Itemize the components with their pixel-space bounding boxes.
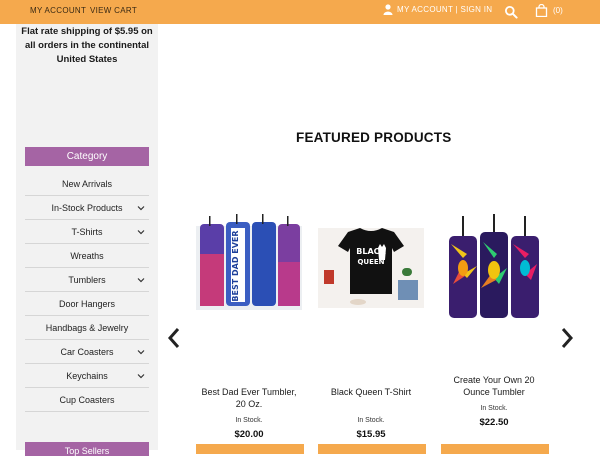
user-icon (383, 4, 393, 15)
add-to-cart-button[interactable] (196, 444, 304, 454)
category-item[interactable]: Handbags & Jewelry (25, 316, 149, 340)
category-item[interactable]: Door Hangers (25, 292, 149, 316)
top-bar: MY ACCOUNT VIEW CART MY ACCOUNT | SIGN I… (0, 0, 600, 24)
my-account-link[interactable]: MY ACCOUNT (30, 6, 86, 15)
category-item-label: Car Coasters (60, 347, 114, 357)
category-item[interactable]: T-Shirts (25, 220, 149, 244)
category-item-label: Door Hangers (58, 299, 116, 309)
chevron-down-icon[interactable] (137, 276, 145, 284)
stock-status: In Stock. (357, 417, 385, 424)
shipping-notice: Flat rate shipping of $5.95 on all order… (21, 26, 153, 65)
category-list: New Arrivals In-Stock Products T-Shirts Wre… (25, 172, 149, 412)
cart-count: (0) (553, 6, 563, 15)
category-item[interactable]: Cup Coasters (25, 388, 149, 412)
product-name[interactable]: Black Queen T-Shirt (318, 386, 424, 398)
search-icon[interactable] (504, 5, 518, 19)
tumbler-print-text: BEST DAD EVER (231, 230, 240, 301)
category-item[interactable]: Wreaths (25, 244, 149, 268)
product-name[interactable]: Best Dad Ever Tumbler, 20 Oz. (196, 386, 302, 410)
stock-status: In Stock. (235, 417, 263, 424)
account-signin-link[interactable]: MY ACCOUNT | SIGN IN (383, 4, 492, 15)
chevron-down-icon[interactable] (137, 348, 145, 356)
cart-button[interactable]: (0) (535, 4, 563, 17)
product-price: $20.00 (234, 429, 264, 440)
category-item-label: T-Shirts (71, 227, 103, 237)
chevron-down-icon[interactable] (137, 372, 145, 380)
product-price: $22.50 (479, 417, 509, 428)
category-item[interactable]: Keychains (25, 364, 149, 388)
category-item-label: In-Stock Products (51, 203, 123, 213)
product-card[interactable]: BLACK QUEEN Black Queen T-Shirt In Stock… (318, 214, 426, 454)
top-sellers-heading: Top Sellers (25, 442, 149, 456)
main-content: FEATURED PRODUCTS BEST DAD EVER Best Dad… (158, 24, 600, 454)
category-item[interactable]: Car Coasters (25, 340, 149, 364)
category-item-label: Cup Coasters (59, 395, 115, 405)
product-image[interactable]: BLACK QUEEN (318, 214, 424, 320)
add-to-cart-button[interactable] (318, 444, 426, 454)
account-signin-label: MY ACCOUNT | SIGN IN (397, 5, 493, 14)
category-item[interactable]: In-Stock Products (25, 196, 149, 220)
product-card[interactable]: Create Your Own 20 Ounce Tumbler In Stoc… (441, 214, 549, 454)
stock-status: In Stock. (480, 405, 508, 412)
shopping-bag-icon (535, 4, 548, 17)
category-item-label: Handbags & Jewelry (45, 323, 129, 333)
featured-products-title: FEATURED PRODUCTS (296, 130, 452, 145)
category-item-label: Tumblers (68, 275, 106, 285)
carousel-next-arrow-icon[interactable] (560, 327, 574, 349)
category-item-label: Keychains (66, 371, 108, 381)
product-price: $15.95 (356, 429, 386, 440)
category-item-label: Wreaths (70, 251, 104, 261)
add-to-cart-button[interactable] (441, 444, 549, 454)
view-cart-link[interactable]: VIEW CART (90, 6, 137, 15)
sidebar: Flat rate shipping of $5.95 on all order… (16, 24, 158, 456)
product-image[interactable]: BEST DAD EVER (196, 214, 302, 320)
chevron-down-icon[interactable] (137, 204, 145, 212)
category-heading: Category (25, 147, 149, 166)
chevron-down-icon[interactable] (137, 228, 145, 236)
category-item-label: New Arrivals (61, 179, 112, 189)
carousel-prev-arrow-icon[interactable] (167, 327, 181, 349)
category-item[interactable]: Tumblers (25, 268, 149, 292)
category-item[interactable]: New Arrivals (25, 172, 149, 196)
product-name[interactable]: Create Your Own 20 Ounce Tumbler (441, 374, 547, 398)
product-image[interactable] (441, 214, 547, 320)
product-card[interactable]: BEST DAD EVER Best Dad Ever Tumbler, 20 … (196, 214, 304, 454)
